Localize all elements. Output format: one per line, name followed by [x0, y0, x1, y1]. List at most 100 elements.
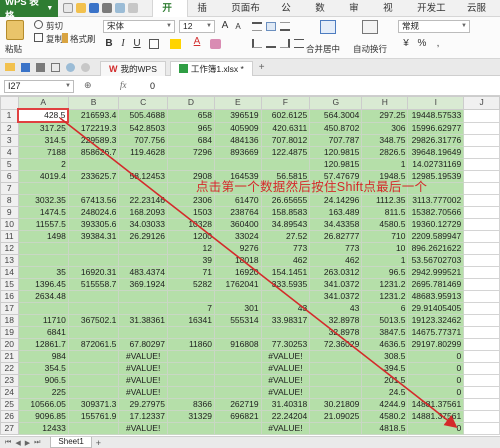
- cell-a22[interactable]: 354.5: [17, 362, 69, 375]
- cell-a1[interactable]: 428.5: [16, 108, 70, 123]
- cell-c8[interactable]: 22.23146: [118, 194, 168, 207]
- cell-a21[interactable]: 984: [17, 350, 69, 363]
- cell-e4[interactable]: 893669: [213, 146, 262, 159]
- row-header[interactable]: 11: [0, 230, 19, 243]
- cell-d11[interactable]: 1200: [166, 230, 215, 243]
- tab-home[interactable]: 开始: [152, 0, 189, 31]
- cell-e27[interactable]: [213, 422, 262, 435]
- cell-a9[interactable]: 1474.5: [17, 206, 69, 219]
- cell-a8[interactable]: 3032.35: [17, 194, 69, 207]
- cell-c21[interactable]: #VALUE!: [118, 350, 168, 363]
- cell-e21[interactable]: [213, 350, 262, 363]
- app-menu-button[interactable]: WPS 表格 ▼: [0, 0, 59, 22]
- cell-g13[interactable]: 462: [309, 254, 363, 267]
- cell-i5[interactable]: 14.02731169: [407, 158, 465, 171]
- row-header[interactable]: 9: [0, 206, 19, 219]
- wrap-text-icon[interactable]: [362, 20, 378, 34]
- bold-icon[interactable]: B: [103, 38, 115, 49]
- column-header-d[interactable]: D: [166, 96, 215, 110]
- cell-e16[interactable]: [213, 290, 262, 303]
- row-header[interactable]: 24: [0, 386, 19, 399]
- cell-c16[interactable]: [118, 290, 168, 303]
- tab-view[interactable]: 视图: [374, 0, 408, 31]
- row-header[interactable]: 18: [0, 314, 19, 327]
- format-painter-button[interactable]: 格式刷: [70, 33, 96, 45]
- cell-g14[interactable]: 263.0312: [309, 266, 363, 279]
- cell-g3[interactable]: 707.787: [309, 134, 363, 147]
- cell-e5[interactable]: [213, 158, 262, 171]
- cell-f22[interactable]: #VALUE!: [260, 362, 311, 375]
- cell-a4[interactable]: 7188: [17, 146, 69, 159]
- cell-b16[interactable]: [67, 290, 120, 303]
- cell-j11[interactable]: [463, 230, 500, 243]
- new-file-icon[interactable]: [63, 3, 74, 13]
- cell-i18[interactable]: 19123.32462: [407, 314, 465, 327]
- cell-h1[interactable]: 297.25: [361, 108, 409, 123]
- cell-f16[interactable]: [260, 290, 311, 303]
- cell-c15[interactable]: 369.1924: [118, 278, 168, 291]
- cell-h27[interactable]: 4818.5: [361, 422, 409, 435]
- cell-f13[interactable]: 462: [260, 254, 311, 267]
- cell-f21[interactable]: #VALUE!: [260, 350, 311, 363]
- cell-h15[interactable]: 1231.2: [361, 278, 409, 291]
- merge-center-button[interactable]: 合并居中: [306, 43, 340, 55]
- cell-d3[interactable]: 684: [166, 134, 215, 147]
- cell-c23[interactable]: #VALUE!: [118, 374, 168, 387]
- cell-h23[interactable]: 201.5: [361, 374, 409, 387]
- print-icon[interactable]: [102, 3, 113, 13]
- cell-b25[interactable]: 309371.3: [67, 398, 120, 411]
- cell-f11[interactable]: 27.52: [260, 230, 311, 243]
- cell-j21[interactable]: [463, 350, 500, 363]
- column-header-f[interactable]: F: [260, 96, 311, 110]
- number-format-select[interactable]: 常规 ▼: [398, 20, 470, 33]
- cell-c2[interactable]: 542.8503: [118, 121, 168, 135]
- align-top-icon[interactable]: [252, 22, 262, 31]
- cell-d10[interactable]: 10328: [166, 218, 215, 231]
- cell-j26[interactable]: [463, 410, 500, 423]
- cell-a23[interactable]: 906.5: [17, 374, 69, 387]
- cell-b23[interactable]: [67, 374, 120, 387]
- cell-f17[interactable]: 43: [260, 302, 311, 315]
- cell-e13[interactable]: 18018: [213, 254, 262, 267]
- cell-b4[interactable]: 858626.7: [67, 146, 120, 159]
- cell-g17[interactable]: 43: [309, 302, 363, 315]
- cell-f4[interactable]: 122.4875: [260, 146, 311, 159]
- cell-a6[interactable]: 4019.4: [17, 170, 69, 183]
- cell-i8[interactable]: 3113.777002: [407, 194, 465, 207]
- cell-h11[interactable]: 710: [361, 230, 409, 243]
- cell-j10[interactable]: [463, 218, 500, 231]
- cell-g22[interactable]: [309, 362, 363, 375]
- cell-g5[interactable]: 120.9815: [309, 158, 363, 171]
- align-right-icon[interactable]: [280, 39, 290, 48]
- last-sheet-icon[interactable]: ⏭: [34, 439, 40, 447]
- row-header[interactable]: 23: [0, 374, 19, 387]
- cell-d9[interactable]: 1503: [166, 206, 215, 219]
- cell-h19[interactable]: 3847.5: [361, 326, 409, 339]
- cell-b22[interactable]: [67, 362, 120, 375]
- cell-i27[interactable]: 0: [407, 422, 465, 435]
- row-header[interactable]: 13: [0, 254, 19, 267]
- cell-j25[interactable]: [463, 398, 500, 411]
- tab-my-wps[interactable]: W 我的WPS: [100, 60, 166, 76]
- cell-d8[interactable]: 2306: [166, 194, 215, 207]
- cell-a13[interactable]: [17, 254, 69, 267]
- cell-h21[interactable]: 308.5: [361, 350, 409, 363]
- cell-h22[interactable]: 394.5: [361, 362, 409, 375]
- cell-j22[interactable]: [463, 362, 500, 375]
- cell-a20[interactable]: 12861.7: [17, 338, 69, 351]
- row-header[interactable]: 4: [0, 146, 19, 159]
- cell-a2[interactable]: 317.25: [17, 121, 69, 135]
- sheet-tab-sheet1[interactable]: Sheet1: [50, 437, 92, 448]
- cell-a25[interactable]: 10566.05: [17, 398, 69, 411]
- cell-h20[interactable]: 4636.5: [361, 338, 409, 351]
- cell-g19[interactable]: 32.8978: [309, 326, 363, 339]
- cell-c18[interactable]: 31.38361: [118, 314, 168, 327]
- cell-h14[interactable]: 96.5: [361, 266, 409, 279]
- row-header[interactable]: 1: [0, 108, 19, 123]
- cell-b7[interactable]: [67, 182, 120, 195]
- cell-e12[interactable]: 9276: [213, 242, 262, 255]
- cell-f23[interactable]: #VALUE!: [260, 374, 311, 387]
- tab-formulas[interactable]: 公式: [272, 0, 306, 31]
- paste-button[interactable]: 粘贴: [5, 43, 22, 55]
- cell-g1[interactable]: 564.3004: [309, 108, 363, 123]
